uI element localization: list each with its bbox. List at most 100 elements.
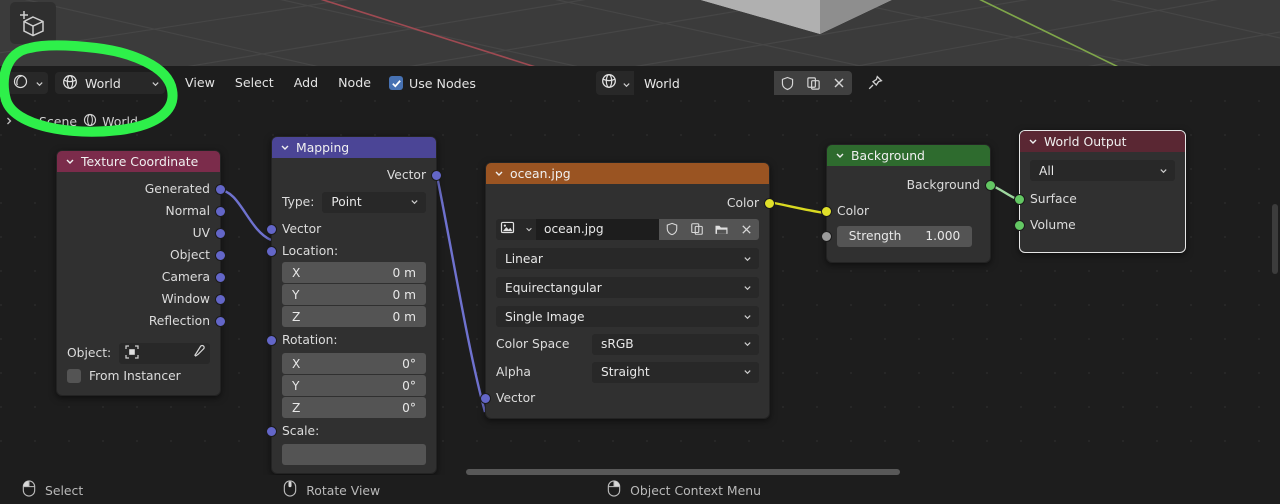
use-nodes-checkbox[interactable] bbox=[389, 76, 404, 90]
color-input-row[interactable]: Color bbox=[821, 198, 990, 224]
menu-add[interactable]: Add bbox=[284, 66, 328, 100]
node-header-environment-texture[interactable]: ocean.jpg bbox=[486, 163, 769, 184]
from-instancer-checkbox[interactable] bbox=[67, 369, 81, 383]
new-world-copy-icon[interactable] bbox=[800, 71, 826, 95]
eyedropper-icon[interactable] bbox=[191, 344, 206, 362]
chevron-down-icon[interactable] bbox=[835, 148, 845, 163]
chevron-down-icon[interactable] bbox=[494, 166, 504, 181]
rotation-x-field[interactable]: X 0° bbox=[282, 353, 426, 374]
breadcrumb-item-world[interactable]: World bbox=[83, 113, 138, 130]
rotation-socket-row[interactable]: Rotation: bbox=[266, 327, 436, 353]
type-property-row[interactable]: Type: Point bbox=[272, 190, 436, 214]
alpha-dropdown[interactable]: Straight bbox=[592, 361, 759, 383]
chevron-right-icon[interactable] bbox=[4, 114, 14, 129]
socket-surface[interactable] bbox=[1014, 194, 1025, 205]
add-cube-icon[interactable] bbox=[10, 2, 56, 44]
node-background[interactable]: Background Background Color Strength 1.0… bbox=[821, 144, 996, 263]
new-image-copy-icon[interactable] bbox=[684, 218, 709, 240]
rotation-z-field[interactable]: Z 0° bbox=[282, 397, 426, 418]
output-socket-row[interactable]: Color bbox=[486, 190, 775, 216]
socket-window[interactable] bbox=[215, 294, 226, 305]
socket-object[interactable] bbox=[215, 250, 226, 261]
type-dropdown[interactable]: Point bbox=[322, 191, 426, 213]
location-y-field[interactable]: Y 0 m bbox=[282, 284, 426, 305]
from-instancer-row[interactable]: From Instancer bbox=[57, 365, 220, 387]
socket-color-out[interactable] bbox=[764, 198, 775, 209]
output-socket-row[interactable]: Reflection bbox=[57, 310, 226, 332]
menu-node[interactable]: Node bbox=[328, 66, 381, 100]
node-header-texture-coordinate[interactable]: Texture Coordinate bbox=[57, 151, 220, 172]
3d-viewport[interactable] bbox=[0, 0, 1280, 66]
output-socket-row[interactable]: UV bbox=[57, 222, 226, 244]
world-datablock-browse-button[interactable] bbox=[596, 71, 634, 95]
strength-field[interactable]: Strength 1.000 bbox=[837, 225, 972, 247]
input-socket-row[interactable]: Vector bbox=[480, 386, 769, 410]
object-property-row[interactable]: Object: bbox=[57, 341, 220, 365]
location-x-field[interactable]: X 0 m bbox=[282, 262, 426, 283]
object-field[interactable] bbox=[119, 342, 210, 364]
rotation-y-field[interactable]: Y 0° bbox=[282, 375, 426, 396]
projection-dropdown[interactable]: Equirectangular bbox=[496, 277, 759, 298]
output-socket-row[interactable]: Camera bbox=[57, 266, 226, 288]
node-canvas[interactable]: Texture Coordinate Generated Normal UV O… bbox=[0, 100, 1280, 475]
input-socket-row[interactable]: Volume bbox=[1014, 212, 1185, 238]
chevron-down-icon[interactable] bbox=[1028, 134, 1038, 149]
chevron-down-icon[interactable] bbox=[280, 140, 290, 155]
world-name-field[interactable]: World bbox=[634, 71, 774, 95]
node-environment-texture[interactable]: ocean.jpg Color ocean.jpg Linear Equirec… bbox=[480, 162, 775, 419]
socket-color-in[interactable] bbox=[821, 206, 832, 217]
fake-user-shield-icon[interactable] bbox=[659, 218, 684, 240]
socket-generated[interactable] bbox=[215, 184, 226, 195]
socket-background-out[interactable] bbox=[985, 180, 996, 191]
pin-icon[interactable] bbox=[866, 74, 884, 92]
color-space-dropdown[interactable]: sRGB bbox=[592, 333, 759, 355]
socket-volume[interactable] bbox=[1014, 220, 1025, 231]
input-socket-row[interactable]: Vector bbox=[266, 218, 436, 240]
socket-location[interactable] bbox=[266, 246, 277, 257]
socket-uv[interactable] bbox=[215, 228, 226, 239]
node-header-world-output[interactable]: World Output bbox=[1020, 131, 1185, 152]
interpolation-dropdown[interactable]: Linear bbox=[496, 248, 759, 269]
chevron-down-icon[interactable] bbox=[65, 154, 75, 169]
shader-type-selector[interactable]: World bbox=[55, 72, 165, 94]
output-socket-row[interactable]: Object bbox=[57, 244, 226, 266]
menu-view[interactable]: View bbox=[175, 66, 225, 100]
horizontal-scrollbar-thumb[interactable] bbox=[466, 469, 900, 475]
image-name-field[interactable]: ocean.jpg bbox=[536, 218, 659, 240]
socket-scale[interactable] bbox=[266, 426, 277, 437]
node-texture-coordinate[interactable]: Texture Coordinate Generated Normal UV O… bbox=[56, 150, 226, 396]
node-header-background[interactable]: Background bbox=[827, 145, 990, 166]
output-socket-row[interactable]: Generated bbox=[57, 178, 226, 200]
socket-vector-out[interactable] bbox=[431, 170, 442, 181]
fake-user-shield-icon[interactable] bbox=[774, 71, 800, 95]
location-z-field[interactable]: Z 0 m bbox=[282, 306, 426, 327]
output-socket-row[interactable]: Vector bbox=[272, 164, 442, 186]
location-socket-row[interactable]: Location: bbox=[266, 240, 436, 262]
scale-socket-row[interactable]: Scale: bbox=[266, 418, 436, 444]
strength-input-row[interactable]: Strength 1.000 bbox=[821, 224, 990, 248]
menu-select[interactable]: Select bbox=[225, 66, 284, 100]
output-socket-row[interactable]: Normal bbox=[57, 200, 226, 222]
socket-reflection[interactable] bbox=[215, 316, 226, 327]
image-source-dropdown[interactable]: Single Image bbox=[496, 306, 759, 327]
unlink-close-x-icon[interactable] bbox=[734, 218, 759, 240]
open-image-folder-icon[interactable] bbox=[709, 218, 734, 240]
use-nodes-toggle[interactable]: Use Nodes bbox=[389, 76, 476, 91]
vertical-scrollbar[interactable] bbox=[1272, 204, 1278, 274]
output-socket-row[interactable]: Window bbox=[57, 288, 226, 310]
image-datablock-browse-button[interactable] bbox=[496, 218, 536, 240]
socket-rotation[interactable] bbox=[266, 335, 277, 346]
socket-normal[interactable] bbox=[215, 206, 226, 217]
breadcrumb-item-scene[interactable]: Scene bbox=[20, 113, 77, 130]
socket-vector-in[interactable] bbox=[480, 393, 491, 404]
target-dropdown[interactable]: All bbox=[1030, 160, 1175, 181]
node-world-output[interactable]: World Output All Surface Volume bbox=[1014, 130, 1186, 253]
node-header-mapping[interactable]: Mapping bbox=[272, 137, 436, 158]
scale-x-field[interactable] bbox=[282, 444, 426, 465]
input-socket-row[interactable]: Surface bbox=[1014, 186, 1185, 212]
node-mapping[interactable]: Mapping Vector Type: Point Vector Locati… bbox=[266, 136, 442, 474]
socket-strength[interactable] bbox=[821, 231, 832, 242]
output-socket-row[interactable]: Background bbox=[827, 172, 996, 198]
editor-type-selector[interactable] bbox=[8, 72, 48, 94]
socket-camera[interactable] bbox=[215, 272, 226, 283]
